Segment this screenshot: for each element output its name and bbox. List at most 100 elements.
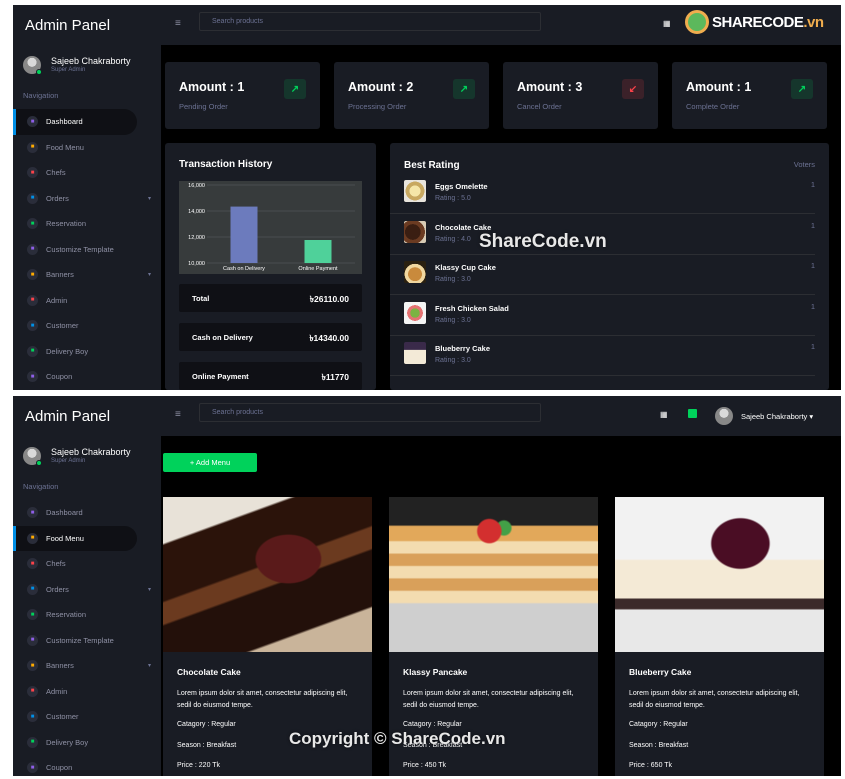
sidebar-item-label: Banners bbox=[46, 661, 74, 671]
mail-icon[interactable] bbox=[688, 409, 697, 418]
sidebar-item-food-menu[interactable]: ■ Food Menu bbox=[13, 525, 137, 551]
rating-item-voters: 1 bbox=[810, 180, 815, 189]
menu-item-description: Lorem ipsum dolor sit amet, consectetur … bbox=[629, 690, 800, 709]
customer-icon: ■ bbox=[27, 320, 38, 332]
sidebar-item-orders[interactable]: ■ Orders ▾ bbox=[13, 577, 161, 603]
rating-item-name: Fresh Chicken Salad bbox=[435, 303, 509, 313]
sidebar-item-reservation[interactable]: ■ Reservation bbox=[13, 211, 161, 237]
rating-list-item[interactable]: Eggs Omelette Rating : 5.0 1 bbox=[390, 173, 815, 214]
speedometer-icon: ■ bbox=[27, 116, 38, 128]
sidebar-item-label: Delivery Boy bbox=[46, 737, 89, 747]
apps-grid-icon[interactable]: ▦ bbox=[663, 19, 671, 28]
sidebar-item-customer[interactable]: ■ Customer bbox=[13, 704, 161, 730]
sidebar-profile[interactable]: Sajeeb Chakraborty Super Admin bbox=[13, 436, 161, 470]
sidebar-item-dashboard[interactable]: ■ Dashboard bbox=[13, 109, 137, 135]
menu-item-image bbox=[163, 497, 372, 652]
sidebar-item-label: Banners bbox=[46, 270, 74, 280]
search-placeholder: Search products bbox=[212, 409, 263, 416]
banner-icon: ■ bbox=[27, 269, 38, 281]
avatar bbox=[23, 55, 42, 75]
search-input[interactable]: Search products bbox=[199, 12, 541, 31]
admin-icon: ■ bbox=[27, 294, 38, 306]
menu-toggle-icon[interactable]: ≡ bbox=[175, 409, 181, 420]
profile-name: Sajeeb Chakraborty bbox=[51, 447, 131, 457]
brand-title[interactable]: Admin Panel bbox=[13, 5, 161, 45]
best-rating-title: Best Rating bbox=[404, 160, 460, 171]
arrow-up-right-icon: ↗ bbox=[791, 79, 813, 99]
sidebar-item-reservation[interactable]: ■ Reservation bbox=[13, 602, 161, 628]
rating-list-item[interactable]: Fresh Chicken Salad Rating : 3.0 1 bbox=[390, 295, 815, 336]
orders-icon: ■ bbox=[27, 192, 38, 204]
menu-item-name: Chocolate Cake bbox=[177, 667, 241, 677]
sidebar-item-label: Customer bbox=[46, 321, 79, 331]
sidebar-item-banners[interactable]: ■ Banners ▾ bbox=[13, 653, 161, 679]
topbar-avatar[interactable] bbox=[715, 407, 733, 425]
sidebar-item-coupon[interactable]: ■ Coupon bbox=[13, 755, 161, 776]
menu-item-category: Catagory : Regular bbox=[177, 721, 236, 728]
delivery-icon: ■ bbox=[27, 345, 38, 357]
sidebar-item-banners[interactable]: ■ Banners ▾ bbox=[13, 262, 161, 288]
sidebar-item-label: Admin bbox=[46, 295, 68, 305]
stat-label: Complete Order bbox=[686, 102, 740, 111]
sidebar-item-customize-template[interactable]: ■ Customize Template bbox=[13, 628, 161, 654]
food-thumbnail bbox=[404, 342, 426, 364]
orders-icon: ■ bbox=[27, 583, 38, 595]
chart-y-tick-label: 14,000 bbox=[188, 209, 205, 215]
copyright-watermark: Copyright © ShareCode.vn bbox=[289, 729, 506, 748]
chef-icon: ■ bbox=[27, 558, 38, 570]
topbar: ≡ Search products ▦ Sajeeb Chakraborty ▾ bbox=[161, 396, 841, 436]
online-status-dot bbox=[36, 68, 42, 75]
sidebar-item-customer[interactable]: ■ Customer bbox=[13, 313, 161, 339]
menu-item-category: Catagory : Regular bbox=[629, 721, 688, 728]
chart-bar bbox=[304, 239, 332, 263]
sidebar-item-customize-template[interactable]: ■ Customize Template bbox=[13, 237, 161, 263]
menu-card[interactable]: Blueberry Cake Lorem ipsum dolor sit amet… bbox=[615, 497, 824, 776]
rating-item-voters: 1 bbox=[810, 261, 815, 270]
sidebar: Admin Panel Sajeeb Chakraborty Super Adm… bbox=[13, 396, 161, 776]
brand-title[interactable]: Admin Panel bbox=[13, 396, 161, 436]
transaction-summary-label: Total bbox=[192, 294, 210, 303]
transaction-summary-value: ৳14340.00 bbox=[309, 333, 349, 343]
rating-item-score: Rating : 3.0 bbox=[435, 276, 471, 283]
coupon-icon: ■ bbox=[27, 762, 38, 774]
chef-icon: ■ bbox=[27, 167, 38, 179]
sidebar-item-orders[interactable]: ■ Orders ▾ bbox=[13, 186, 161, 212]
stat-card: Amount : 1 Complete Order ↗ bbox=[672, 62, 827, 129]
sidebar-nav: ■ Dashboard ■ Food Menu ■ Chefs ■ Orders ▾ ■ Reser… bbox=[13, 500, 161, 776]
topbar-profile-name[interactable]: Sajeeb Chakraborty ▾ bbox=[741, 412, 813, 421]
food-icon: ■ bbox=[27, 141, 38, 153]
sidebar-item-label: Orders bbox=[46, 193, 69, 203]
sidebar-item-dashboard[interactable]: ■ Dashboard bbox=[13, 500, 161, 526]
rating-list-item[interactable]: Klassy Cup Cake Rating : 3.0 1 bbox=[390, 254, 815, 295]
sidebar-item-chefs[interactable]: ■ Chefs bbox=[13, 551, 161, 577]
sidebar-item-coupon[interactable]: ■ Coupon bbox=[13, 364, 161, 390]
sidebar-item-label: Coupon bbox=[46, 763, 73, 773]
add-menu-button[interactable]: + Add Menu bbox=[163, 453, 257, 472]
menu-toggle-icon[interactable]: ≡ bbox=[175, 18, 181, 29]
apps-grid-icon[interactable]: ▦ bbox=[660, 410, 668, 419]
menu-item-name: Klassy Pancake bbox=[403, 667, 468, 677]
transaction-summary-value: ৳11770 bbox=[321, 372, 349, 382]
sidebar-item-delivery-boy[interactable]: ■ Delivery Boy bbox=[13, 730, 161, 756]
sidebar-item-label: Customize Template bbox=[46, 244, 114, 254]
sharecode-logo-watermark: SHARECODE.vn bbox=[685, 10, 824, 34]
sidebar-item-chefs[interactable]: ■ Chefs bbox=[13, 160, 161, 186]
chart-x-tick-label: Online Payment bbox=[298, 266, 338, 272]
transaction-history-title: Transaction History bbox=[179, 159, 273, 170]
transaction-summary-value: ৳26110.00 bbox=[309, 294, 349, 304]
sidebar-item-label: Orders bbox=[46, 584, 69, 594]
sidebar-item-admin[interactable]: ■ Admin bbox=[13, 679, 161, 705]
sidebar-item-admin[interactable]: ■ Admin bbox=[13, 288, 161, 314]
sharecode-logo-icon bbox=[685, 10, 709, 34]
dashboard-screen: Admin Panel Sajeeb Chakraborty Super Adm… bbox=[13, 5, 841, 390]
voters-header: Voters bbox=[793, 160, 815, 169]
search-input[interactable]: Search products bbox=[199, 403, 541, 422]
stat-label: Cancel Order bbox=[517, 102, 562, 111]
rating-list-item[interactable]: Blueberry Cake Rating : 3.0 1 bbox=[390, 335, 815, 376]
banner-icon: ■ bbox=[27, 660, 38, 672]
sidebar-profile[interactable]: Sajeeb Chakraborty Super Admin bbox=[13, 45, 161, 79]
sidebar-item-delivery-boy[interactable]: ■ Delivery Boy bbox=[13, 339, 161, 365]
sidebar-item-food-menu[interactable]: ■ Food Menu bbox=[13, 135, 161, 161]
transaction-summary-label: Cash on Delivery bbox=[192, 333, 253, 342]
menu-item-price: Price : 450 Tk bbox=[403, 762, 447, 769]
